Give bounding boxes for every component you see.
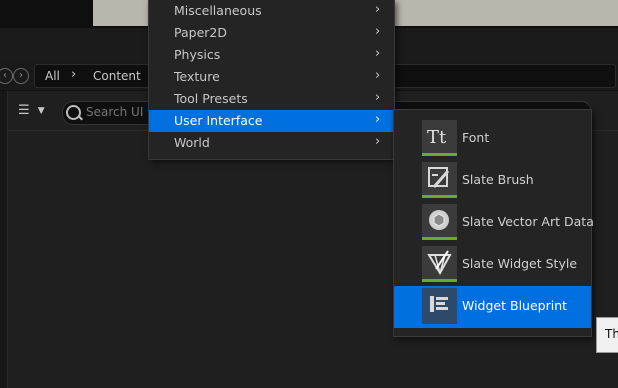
menu-item-label: Miscellaneous — [174, 3, 262, 18]
menu-item-texture[interactable]: Texture › — [149, 66, 394, 88]
submenu-item-label: Widget Blueprint — [462, 298, 568, 313]
menu-item-tool-presets[interactable]: Tool Presets › — [149, 88, 394, 110]
sources-panel-edge[interactable] — [0, 91, 8, 388]
menu-item-physics[interactable]: Physics › — [149, 44, 394, 66]
slate-brush-icon — [422, 162, 457, 198]
forward-icon[interactable]: › — [13, 68, 29, 84]
widget-style-icon — [422, 246, 457, 282]
chevron-right-icon: › — [375, 112, 381, 127]
chevron-right-icon: › — [375, 134, 381, 149]
menu-item-user-interface[interactable]: User Interface › — [149, 110, 394, 132]
tooltip: Th — [596, 317, 618, 353]
submenu-item-slate-widget-style[interactable]: Slate Widget Style — [394, 244, 591, 286]
submenu-item-label: Slate Vector Art Data — [462, 214, 594, 229]
submenu-item-slate-vector-art-data[interactable]: Slate Vector Art Data — [394, 202, 594, 244]
submenu-item-label: Font — [462, 130, 490, 145]
menu-item-miscellaneous[interactable]: Miscellaneous › — [149, 0, 394, 22]
submenu-item-slate-brush[interactable]: Slate Brush — [394, 160, 591, 202]
search-icon — [66, 105, 81, 120]
menu-item-world[interactable]: World › — [149, 132, 394, 154]
submenu-item-widget-blueprint[interactable]: Widget Blueprint — [394, 286, 591, 328]
menu-item-label: User Interface — [174, 113, 263, 128]
menu-item-label: Texture — [174, 69, 220, 84]
submenu-item-label: Slate Brush — [462, 172, 534, 187]
chevron-right-icon: › — [375, 68, 381, 83]
search-input[interactable] — [86, 104, 146, 120]
menu-item-label: Physics — [174, 47, 221, 62]
menu-item-label: Paper2D — [174, 25, 227, 40]
menu-item-label: World — [174, 135, 210, 150]
category-menu: Miscellaneous › Paper2D › Physics › Text… — [148, 0, 395, 160]
tooltip-text: Th — [605, 327, 618, 341]
breadcrumb-content[interactable]: Content — [93, 69, 141, 83]
filter-icon: ☰ — [18, 103, 30, 118]
submenu-item-font[interactable]: Tt Font — [394, 118, 591, 160]
chevron-right-icon: › — [375, 24, 381, 39]
filter-button[interactable]: ☰ ▼ — [18, 103, 54, 123]
svg-text:Tt: Tt — [427, 127, 447, 148]
chevron-right-icon: › — [375, 90, 381, 105]
user-interface-submenu: Tt Font Slate Brush Slate Vector Art Dat… — [393, 109, 594, 337]
widget-blueprint-icon — [422, 288, 457, 324]
breadcrumb-all[interactable]: All — [45, 69, 60, 83]
chevron-right-icon: › — [375, 46, 381, 61]
breadcrumb-separator-icon: › — [71, 67, 77, 82]
vector-art-icon — [422, 204, 457, 240]
font-icon: Tt — [422, 120, 457, 156]
menu-item-paper2d[interactable]: Paper2D › — [149, 22, 394, 44]
submenu-item-label: Slate Widget Style — [462, 256, 578, 271]
chevron-right-icon: › — [375, 2, 381, 17]
chevron-down-icon: ▼ — [37, 106, 45, 116]
menu-item-label: Tool Presets — [174, 91, 248, 106]
